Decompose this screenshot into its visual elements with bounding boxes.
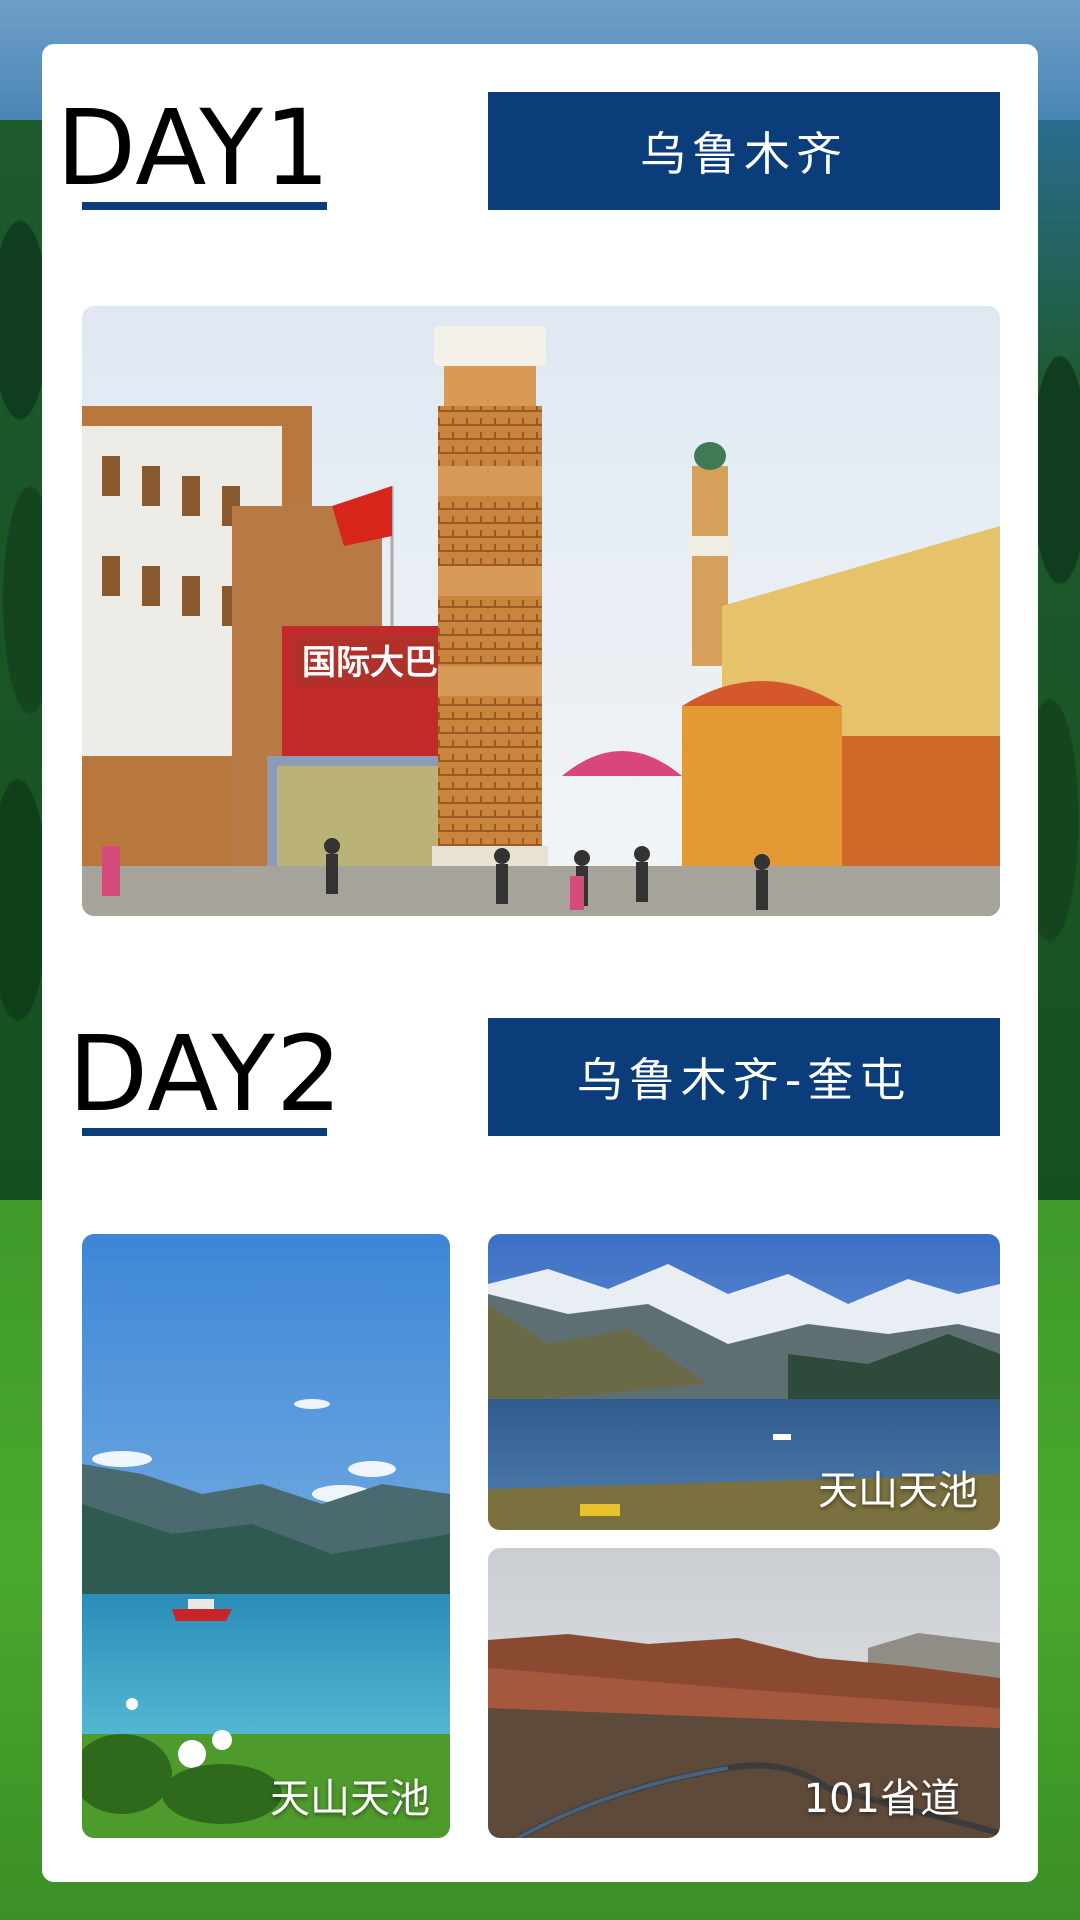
photo-caption-2: 天山天池: [818, 1468, 978, 1514]
canyon-road-photo: 101省道: [488, 1548, 1000, 1838]
day2-label: DAY2: [68, 1013, 344, 1135]
day1-underline: [82, 202, 327, 210]
tianchi-boat-illustration: [82, 1234, 450, 1838]
day1-city-banner: 乌鲁木齐: [488, 92, 1000, 210]
day2-route-text: 乌鲁木齐-奎屯: [576, 1053, 912, 1107]
photo-caption-3: 101省道: [803, 1776, 960, 1822]
mountain-lake-photo: 天山天池: [488, 1234, 1000, 1530]
day1-label: DAY1: [56, 87, 332, 209]
day1-city-text: 乌鲁木齐: [640, 127, 848, 181]
photo-caption-1: 天山天池: [270, 1776, 430, 1822]
day2-route-banner: 乌鲁木齐-奎屯: [488, 1018, 1000, 1136]
bazaar-tower-photo: 国际大巴扎: [82, 306, 1000, 916]
day2-underline: [82, 1128, 327, 1136]
lake-boat-photo: 天山天池: [82, 1234, 450, 1838]
bazaar-illustration: 国际大巴扎: [82, 306, 1000, 916]
itinerary-card: DAY1 乌鲁木齐 国际大巴扎 DAY2 乌鲁木齐-奎屯 天山天池 天山天池 1…: [42, 44, 1038, 1882]
